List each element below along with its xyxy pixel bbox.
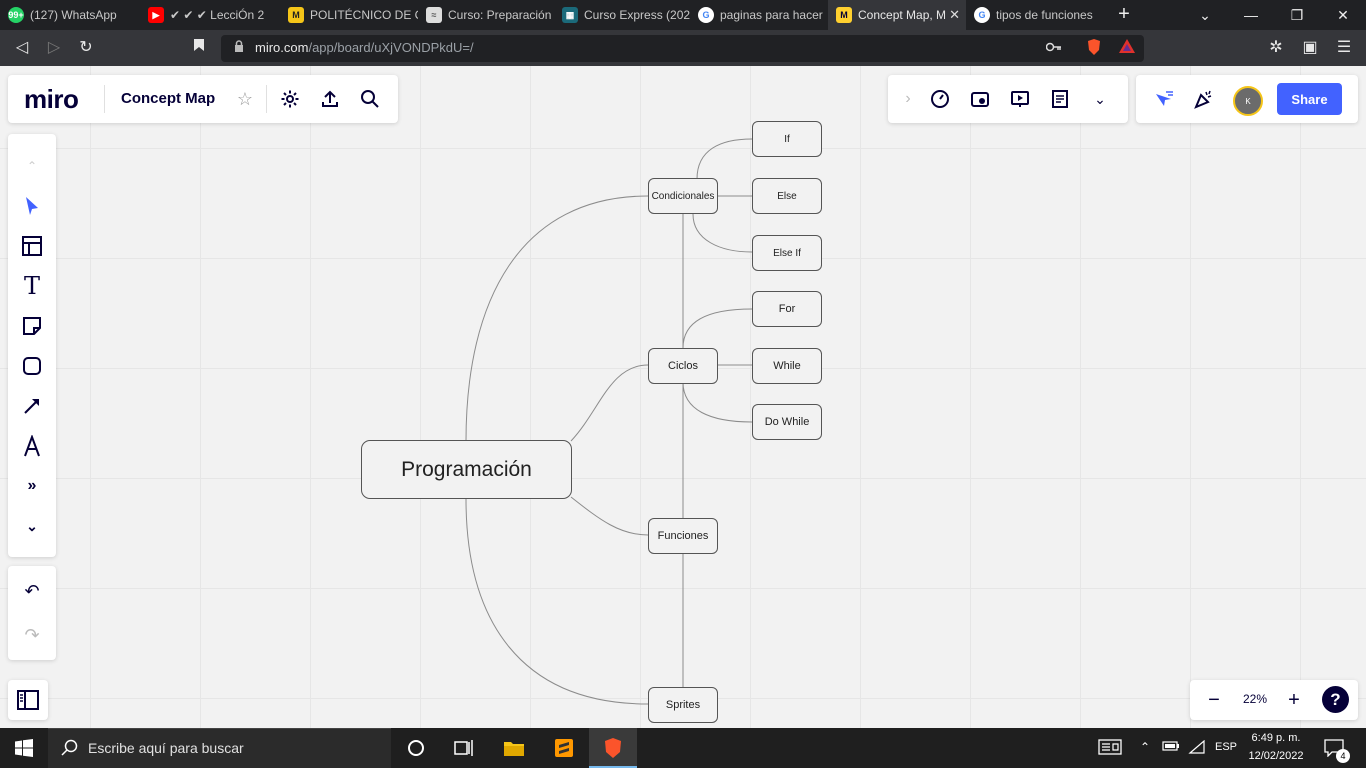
search-icon[interactable] <box>358 87 382 111</box>
pen-tool-icon[interactable] <box>20 434 44 458</box>
collapse-toolbar-icon[interactable]: ⌃ <box>20 154 44 178</box>
mindmap-node-funciones[interactable]: Funciones <box>648 518 718 554</box>
shape-tool-icon[interactable] <box>20 354 44 378</box>
zoom-in-button[interactable]: + <box>1282 688 1306 712</box>
windows-start-icon[interactable] <box>12 736 36 760</box>
text-tool-icon[interactable]: T <box>20 272 44 300</box>
divider <box>104 85 105 113</box>
sticky-note-tool-icon[interactable] <box>20 314 44 338</box>
settings-gear-icon[interactable] <box>278 87 302 111</box>
brave-browser-icon <box>601 736 625 760</box>
help-button[interactable]: ? <box>1322 686 1349 713</box>
more-apps-icon[interactable]: » <box>20 474 44 498</box>
mindmap-node-condicionales[interactable]: Condicionales <box>648 178 718 214</box>
timer-icon[interactable] <box>928 87 952 111</box>
user-avatar[interactable]: K <box>1233 86 1263 116</box>
clock-date[interactable]: 12/02/2022 <box>1246 750 1306 762</box>
notifications-badge: 4 <box>1336 749 1350 763</box>
battery-icon[interactable] <box>1162 740 1180 755</box>
task-view-icon[interactable] <box>452 736 476 760</box>
cursor-follow-icon[interactable] <box>1152 87 1176 111</box>
wifi-icon[interactable] <box>1188 739 1206 757</box>
video-chat-icon[interactable] <box>968 87 992 111</box>
mindmap-node-do-while[interactable]: Do While <box>752 404 822 440</box>
notes-icon[interactable] <box>1048 87 1072 111</box>
expand-toolbar-icon[interactable]: ⌄ <box>20 514 44 538</box>
zoom-level[interactable]: 22% <box>1238 692 1272 706</box>
templates-tool-icon[interactable] <box>20 234 44 258</box>
board-title[interactable]: Concept Map <box>121 90 215 107</box>
cortana-icon[interactable] <box>404 736 428 760</box>
undo-icon[interactable]: ↶ <box>20 579 44 603</box>
mindmap-node-if[interactable]: If <box>752 121 822 157</box>
present-icon[interactable] <box>1008 87 1032 111</box>
more-tools-icon[interactable]: ⌄ <box>1088 87 1112 111</box>
mindmap-node-for[interactable]: For <box>752 291 822 327</box>
mindmap-node-else[interactable]: Else <box>752 178 822 214</box>
chevron-right-icon[interactable]: › <box>896 87 920 111</box>
divider <box>266 85 267 113</box>
redo-icon[interactable]: ↷ <box>20 623 44 647</box>
mindmap-node-sprites[interactable]: Sprites <box>648 687 718 723</box>
taskbar-search-placeholder: Escribe aquí para buscar <box>88 740 244 756</box>
search-icon <box>58 736 82 760</box>
mindmap-node-else-if[interactable]: Else If <box>752 235 822 271</box>
news-widget-icon[interactable] <box>1098 739 1122 758</box>
sublime-text-icon[interactable] <box>552 736 576 760</box>
star-icon[interactable]: ☆ <box>233 87 257 111</box>
tray-chevron-up-icon[interactable]: ⌃ <box>1140 740 1150 754</box>
celebrate-icon[interactable] <box>1192 87 1216 111</box>
connector-tool-icon[interactable] <box>20 394 44 418</box>
mindmap-node-while[interactable]: While <box>752 348 822 384</box>
select-tool-icon[interactable] <box>20 194 44 218</box>
mindmap-node-ciclos[interactable]: Ciclos <box>648 348 718 384</box>
share-button[interactable]: Share <box>1277 83 1342 115</box>
sidebar-icon <box>16 688 40 712</box>
file-explorer-icon[interactable] <box>502 736 526 760</box>
clock-time[interactable]: 6:49 p. m. <box>1246 732 1306 744</box>
zoom-out-button[interactable]: − <box>1202 688 1226 712</box>
miro-logo[interactable]: miro <box>24 84 79 115</box>
upload-icon[interactable] <box>318 87 342 111</box>
language-indicator[interactable]: ESP <box>1215 741 1237 753</box>
mindmap-root-node[interactable]: Programación <box>361 440 572 499</box>
